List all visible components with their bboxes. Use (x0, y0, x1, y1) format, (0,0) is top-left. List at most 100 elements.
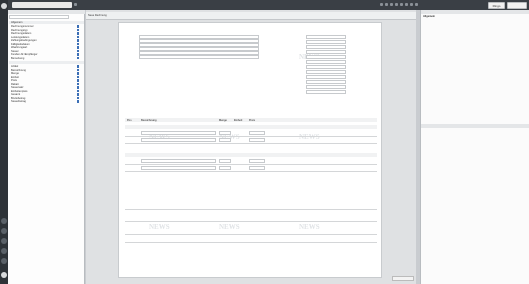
item-price-field[interactable] (249, 131, 265, 135)
address-line[interactable] (139, 39, 259, 43)
item-qty-field[interactable] (219, 131, 231, 135)
tree-item[interactable]: Steuerbetrag (11, 100, 26, 103)
properties-section-2[interactable] (423, 129, 527, 132)
address-line[interactable] (139, 55, 259, 59)
property-row[interactable] (423, 91, 527, 94)
field-input[interactable] (306, 50, 346, 54)
field-input[interactable] (306, 35, 346, 39)
tree-search-input[interactable] (9, 15, 69, 19)
item-price-field[interactable] (249, 138, 265, 142)
toolbar-icon-3[interactable] (390, 3, 393, 6)
property-row[interactable] (423, 138, 527, 141)
user-button[interactable]: Ringo (488, 2, 505, 9)
toolbar-icon-8[interactable] (415, 3, 418, 6)
property-row[interactable] (423, 69, 527, 72)
rail-logout-icon[interactable] (1, 258, 7, 264)
item-qty-field[interactable] (219, 166, 231, 170)
item-description-field[interactable] (141, 131, 216, 135)
item-price-field[interactable] (249, 159, 265, 163)
field-input[interactable] (306, 75, 346, 79)
tree-item-checkbox[interactable] (76, 42, 79, 46)
toolbar-icon-5[interactable] (400, 3, 403, 6)
property-row[interactable] (423, 78, 527, 81)
tree-item-checkbox[interactable] (76, 56, 79, 60)
address-line[interactable] (139, 47, 259, 51)
property-row[interactable] (423, 28, 527, 31)
field-input[interactable] (306, 45, 346, 49)
field-input[interactable] (306, 55, 346, 59)
property-row[interactable] (423, 55, 527, 58)
property-row[interactable] (423, 96, 527, 99)
property-row[interactable] (423, 33, 527, 36)
tree-item-checkbox[interactable] (76, 86, 79, 89)
property-row[interactable] (423, 60, 527, 63)
property-row[interactable] (423, 19, 527, 22)
app-logo-icon[interactable] (1, 3, 7, 9)
address-line[interactable] (139, 51, 259, 55)
property-row[interactable] (423, 133, 527, 136)
rail-info-icon[interactable] (1, 248, 7, 254)
item-description-field[interactable] (141, 138, 216, 142)
tree-item-checkbox[interactable] (76, 79, 79, 82)
field-input[interactable] (306, 90, 346, 94)
tree-item-checkbox[interactable] (76, 93, 79, 96)
tree-item-checkbox[interactable] (76, 89, 79, 93)
tree-item-checkbox[interactable] (76, 82, 79, 86)
field-input[interactable] (306, 80, 346, 84)
property-row[interactable] (423, 42, 527, 45)
property-row[interactable] (423, 105, 527, 108)
tree-item-checkbox[interactable] (76, 35, 79, 39)
toolbar-icon-7[interactable] (410, 3, 413, 6)
tree-item-checkbox[interactable] (76, 75, 79, 79)
property-row[interactable] (423, 147, 527, 150)
property-row[interactable] (423, 82, 527, 85)
tree-item-checkbox[interactable] (76, 49, 79, 53)
tree-item-checkbox[interactable] (76, 100, 79, 103)
property-row[interactable] (423, 24, 527, 27)
property-row[interactable] (423, 142, 527, 145)
toolbar-icon-2[interactable] (385, 3, 388, 6)
address-line[interactable] (139, 35, 259, 39)
field-input[interactable] (306, 85, 346, 89)
tree-item-checkbox[interactable] (76, 46, 79, 49)
right-button[interactable] (507, 2, 527, 9)
property-row[interactable] (423, 51, 527, 54)
field-input[interactable] (306, 40, 346, 44)
property-row[interactable] (423, 37, 527, 40)
rail-settings-icon[interactable] (1, 218, 7, 224)
field-input[interactable] (306, 70, 346, 74)
property-row[interactable] (423, 160, 527, 163)
item-price-field[interactable] (249, 166, 265, 170)
property-row[interactable] (423, 114, 527, 117)
tree-section-positions[interactable] (9, 61, 84, 64)
toolbar-item[interactable]: Neue Rechnung (88, 14, 107, 18)
zoom-select[interactable] (392, 276, 414, 281)
rail-user-icon[interactable] (1, 228, 7, 234)
property-row[interactable] (423, 46, 527, 49)
item-qty-field[interactable] (219, 159, 231, 163)
tree-item-checkbox[interactable] (76, 72, 79, 75)
item-description-field[interactable] (141, 159, 216, 163)
tree-section-general[interactable]: Allgemein (9, 21, 84, 24)
tree-item-checkbox[interactable] (76, 96, 79, 100)
rail-help-icon[interactable] (1, 238, 7, 244)
toolbar-icon-6[interactable] (405, 3, 408, 6)
tree-item-checkbox[interactable] (76, 25, 79, 28)
tab-close-icon[interactable] (74, 3, 77, 6)
tree-item-checkbox[interactable] (76, 68, 79, 72)
tree-item-checkbox[interactable] (76, 39, 79, 42)
tree-item-checkbox[interactable] (76, 65, 79, 68)
tree-item-checkbox[interactable] (76, 53, 79, 56)
toolbar-icon-1[interactable] (380, 3, 383, 6)
property-row[interactable] (423, 73, 527, 76)
properties-section-general[interactable]: Allgemein (423, 15, 527, 18)
property-row[interactable] (423, 64, 527, 67)
item-description-field[interactable] (141, 166, 216, 170)
property-row[interactable] (423, 100, 527, 103)
property-row[interactable] (423, 156, 527, 159)
property-row[interactable] (423, 87, 527, 90)
rail-power-icon[interactable] (1, 272, 7, 278)
tree-item-checkbox[interactable] (76, 32, 79, 35)
document-tab[interactable] (12, 2, 72, 8)
tree-item[interactable]: Bemerkung (11, 57, 24, 60)
